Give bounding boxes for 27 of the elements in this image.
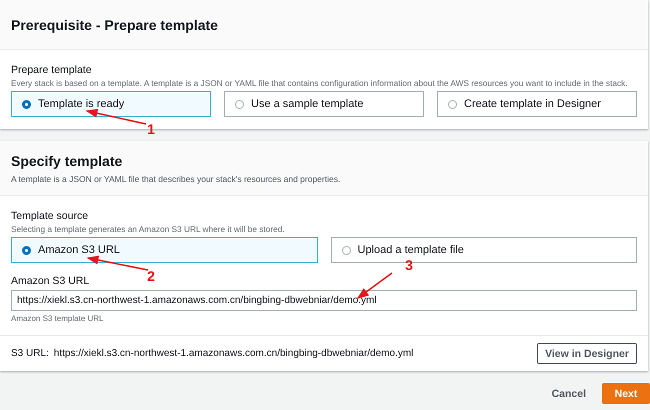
section-title: Specify template: [11, 152, 124, 168]
radio-button[interactable]: [448, 100, 457, 108]
section-description: A template is a JSON or YAML file that describes your stack's resources and properties.: [11, 174, 342, 184]
s3-url-value: https://xiekl.s3.cn-northwest-1.amazonaws.com.cn/bingbing-dbwebniar/demo.yml: [54, 348, 414, 359]
field-hint: Amazon S3 template URL: [11, 314, 104, 323]
section-title: Prerequisite - Prepare template: [11, 16, 219, 32]
radio-option[interactable]: Template is ready: [11, 91, 211, 117]
field-description: Selecting a template generates an Amazon S3 URL where it will be stored.: [11, 224, 286, 234]
radio-button[interactable]: [22, 100, 31, 108]
annotation-arrow: [86, 108, 146, 125]
radio-button[interactable]: [22, 246, 31, 254]
radio-option[interactable]: Use a sample template: [224, 91, 424, 117]
url-field[interactable]: https://xiekl.s3.cn-northwest-1.amazonaws.com.cn/bingbing-dbwebniar/demo.yml: [11, 290, 637, 311]
radio-option[interactable]: Create template in Designer: [437, 91, 637, 117]
radio-option[interactable]: Amazon S3 URL: [11, 237, 318, 263]
annotation-arrow: [86, 256, 148, 271]
cancel-button[interactable]: Cancel: [548, 384, 590, 404]
s3-url-label: S3 URL:: [11, 348, 49, 359]
field-label: Prepare template: [11, 64, 93, 76]
annotation-number: 1: [147, 121, 155, 137]
radio-button[interactable]: [235, 100, 244, 108]
view-in-designer-button[interactable]: View in Designer: [537, 343, 637, 364]
annotation-number: 2: [147, 268, 155, 284]
field-label: Template source: [11, 210, 90, 222]
field-description: Every stack is based on a template. A template is a JSON or YAML file that contains configuration information about the AWS resources you want to include in the stack.: [11, 78, 629, 88]
field-label: Amazon S3 URL: [11, 275, 90, 287]
radio-button[interactable]: [342, 246, 350, 254]
